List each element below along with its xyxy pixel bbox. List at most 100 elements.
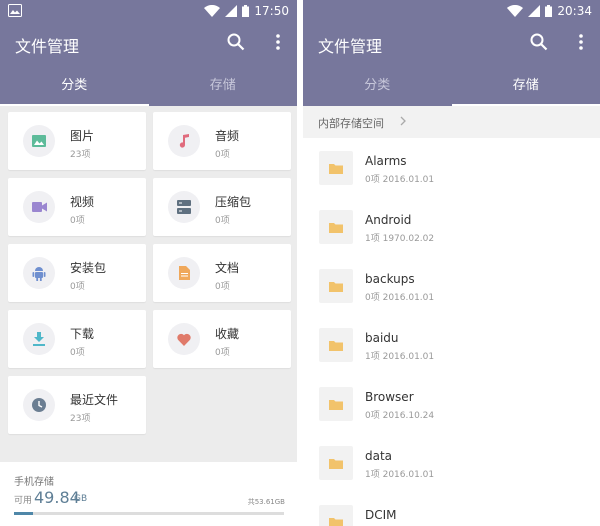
- list-item[interactable]: Browser 0项 2016.10.24: [303, 374, 600, 433]
- image-icon: [23, 125, 55, 157]
- storage-available-unit: GB: [74, 494, 88, 504]
- category-card-images[interactable]: 图片 23项: [8, 112, 146, 170]
- phone-storage-panel[interactable]: 手机存储 可用 49.84 GB 共53.61GB: [0, 462, 297, 526]
- category-card-audio[interactable]: 音频 0项: [153, 112, 291, 170]
- category-name: 图片: [70, 129, 95, 143]
- archive-icon: [168, 191, 200, 223]
- wifi-icon: [204, 5, 221, 17]
- folder-name: data: [365, 449, 393, 463]
- chevron-right-icon: [400, 116, 406, 126]
- folder-icon: [319, 328, 353, 362]
- category-count: 0项: [70, 348, 85, 358]
- folder-icon: [319, 151, 353, 185]
- category-count: 0项: [70, 282, 85, 292]
- tab-bar: 分类 存储: [0, 65, 297, 106]
- category-card-downloads[interactable]: 下载 0项: [8, 310, 146, 368]
- category-card-apk[interactable]: 安装包 0项: [8, 244, 146, 302]
- category-name: 文档: [215, 261, 240, 275]
- category-name: 视频: [70, 195, 95, 209]
- folder-meta: 1项 1970.02.02: [365, 234, 435, 244]
- category-card-archive[interactable]: 压缩包 0项: [153, 178, 291, 236]
- folder-name: Android: [365, 213, 412, 227]
- app-title: 文件管理: [318, 37, 383, 56]
- breadcrumb[interactable]: 内部存储空间: [303, 106, 600, 138]
- folder-meta: 1项 2016.01.01: [365, 470, 435, 480]
- folder-meta: 0项 2016.10.24: [365, 411, 435, 421]
- list-item[interactable]: baidu 1项 2016.01.01: [303, 315, 600, 374]
- list-item[interactable]: backups 0项 2016.01.01: [303, 256, 600, 315]
- folder-name: baidu: [365, 331, 399, 345]
- storage-usage-fill: [14, 512, 33, 515]
- category-name: 音频: [215, 129, 240, 143]
- status-bar: 20:34: [303, 0, 600, 22]
- download-icon: [23, 323, 55, 355]
- folder-icon: [319, 210, 353, 244]
- list-item[interactable]: data 1项 2016.01.01: [303, 433, 600, 492]
- storage-title: 手机存储: [14, 477, 54, 488]
- category-name: 安装包: [70, 261, 107, 275]
- category-count: 0项: [215, 150, 230, 160]
- folder-name: Alarms: [365, 154, 407, 168]
- category-name: 收藏: [215, 327, 240, 341]
- category-screen: 17:50 文件管理 分类 存储 图片 23项 音频 0项 视频 0项 压缩包 …: [0, 0, 297, 526]
- tab-category[interactable]: 分类: [303, 65, 452, 106]
- search-icon[interactable]: [227, 33, 245, 51]
- storage-total: 共53.61GB: [247, 498, 285, 506]
- folder-meta: 1项 2016.01.01: [365, 352, 435, 362]
- signal-icon: [225, 5, 238, 17]
- folder-icon: [319, 387, 353, 421]
- search-icon[interactable]: [530, 33, 548, 51]
- category-card-documents[interactable]: 文档 0项: [153, 244, 291, 302]
- category-count: 0项: [70, 216, 85, 226]
- android-icon: [23, 257, 55, 289]
- category-count: 0项: [215, 348, 230, 358]
- music-note-icon: [168, 125, 200, 157]
- app-bar: 文件管理: [0, 22, 297, 65]
- storage-usage-bar: [14, 512, 284, 515]
- folder-name: DCIM: [365, 508, 397, 522]
- list-item[interactable]: Alarms 0项 2016.01.01: [303, 138, 600, 197]
- status-time: 17:50: [254, 4, 289, 18]
- heart-icon: [168, 323, 200, 355]
- folder-name: backups: [365, 272, 415, 286]
- category-count: 23项: [70, 150, 91, 160]
- battery-icon: [242, 5, 250, 17]
- category-card-video[interactable]: 视频 0项: [8, 178, 146, 236]
- more-options-icon[interactable]: [275, 33, 281, 51]
- list-item[interactable]: Android 1项 1970.02.02: [303, 197, 600, 256]
- storage-available-label: 可用: [14, 496, 33, 506]
- folder-name: Browser: [365, 390, 414, 404]
- battery-icon: [545, 5, 553, 17]
- category-card-recent[interactable]: 最近文件 23项: [8, 376, 146, 434]
- document-icon: [168, 257, 200, 289]
- folder-meta: 0项 2016.01.01: [365, 293, 435, 303]
- video-icon: [23, 191, 55, 223]
- more-options-icon[interactable]: [578, 33, 584, 51]
- category-count: 0项: [215, 282, 230, 292]
- category-count: 0项: [215, 216, 230, 226]
- folder-icon: [319, 505, 353, 526]
- tab-category[interactable]: 分类: [0, 65, 149, 106]
- tab-bar: 分类 存储: [303, 65, 600, 106]
- status-time: 20:34: [557, 4, 592, 18]
- wifi-icon: [507, 5, 524, 17]
- gallery-notification-icon: [8, 4, 22, 17]
- category-name: 压缩包: [215, 195, 252, 209]
- signal-icon: [528, 5, 541, 17]
- category-count: 23项: [70, 414, 91, 424]
- category-card-favorites[interactable]: 收藏 0项: [153, 310, 291, 368]
- storage-screen: 20:34 文件管理 分类 存储 内部存储空间 Alarms 0项 2016.0…: [303, 0, 600, 526]
- list-item[interactable]: DCIM: [303, 492, 600, 526]
- storage-available-value: 49.84: [34, 488, 80, 507]
- app-title: 文件管理: [15, 37, 80, 56]
- tab-storage[interactable]: 存储: [451, 65, 600, 106]
- category-name: 下载: [70, 327, 95, 341]
- folder-icon: [319, 269, 353, 303]
- folder-meta: 0项 2016.01.01: [365, 175, 435, 185]
- tab-storage[interactable]: 存储: [149, 65, 298, 106]
- status-bar: 17:50: [0, 0, 297, 22]
- folder-icon: [319, 446, 353, 480]
- category-name: 最近文件: [70, 393, 119, 407]
- breadcrumb-internal-storage[interactable]: 内部存储空间: [318, 115, 384, 131]
- app-bar: 文件管理: [303, 22, 600, 65]
